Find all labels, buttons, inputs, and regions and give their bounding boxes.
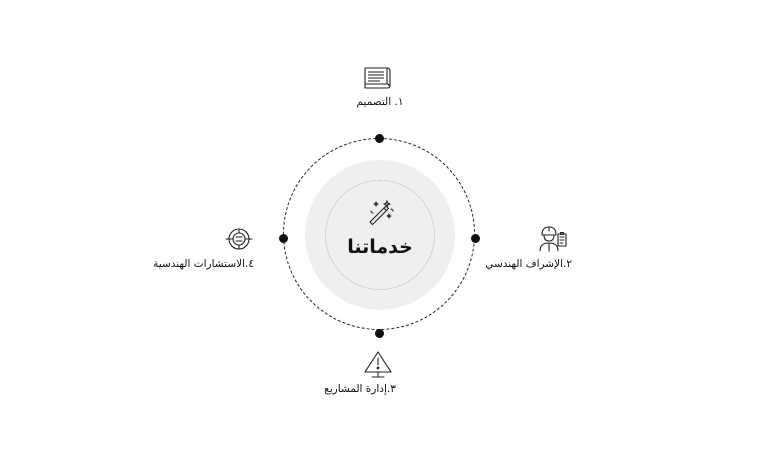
magic-wand-icon xyxy=(369,200,394,226)
service-label-design: ١. التصميم xyxy=(356,96,404,108)
orbit-node-bottom xyxy=(374,328,384,338)
orbit-node-right xyxy=(470,233,480,243)
engineer-icon xyxy=(539,226,567,252)
warning-sign-icon xyxy=(364,351,392,378)
service-label-consultation: ٤.الاستشارات الهندسية xyxy=(153,258,254,270)
service-label-management: ٣.إدارة المشاريع xyxy=(324,383,396,395)
blueprint-icon xyxy=(364,67,391,89)
orbit-node-top xyxy=(374,133,384,143)
center-title: خدماتنا xyxy=(347,236,413,258)
consultation-icon xyxy=(225,228,253,250)
orbit-node-left xyxy=(278,233,288,243)
service-label-supervision: ٢.الإشراف الهندسي xyxy=(485,258,572,270)
services-diagram: خدماتنا ١. التصميم ٢.الإشراف الهندسي ٣.إ… xyxy=(0,0,768,456)
